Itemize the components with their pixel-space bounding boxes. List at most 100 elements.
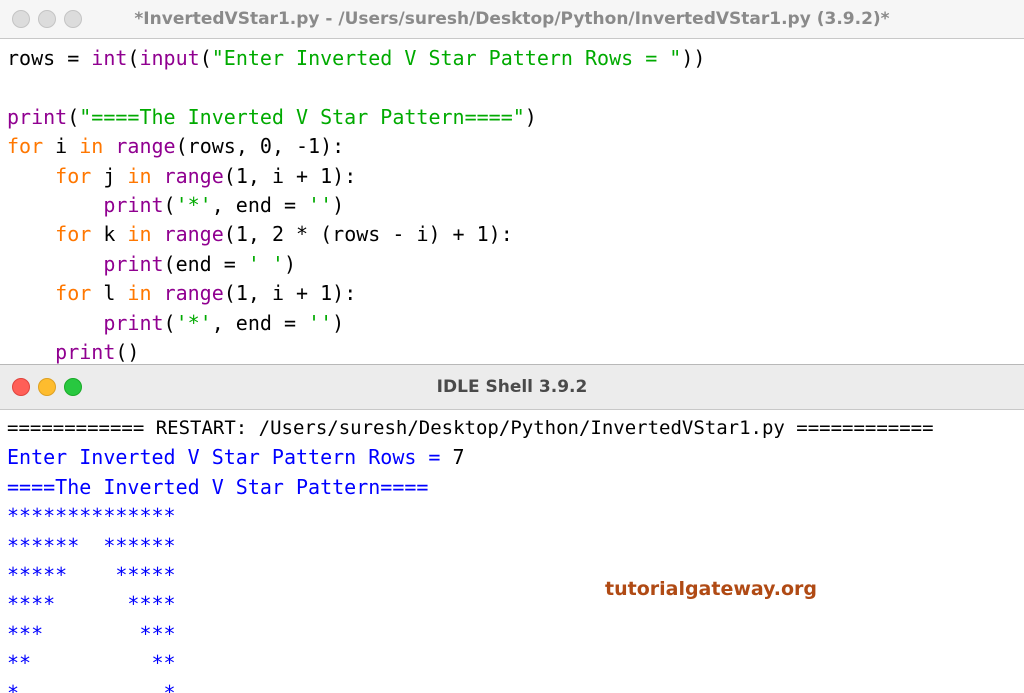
pattern-row: ****** ****** [7,532,1024,561]
code-token: () [115,340,139,364]
code-token [152,164,164,188]
code-token: rows = [7,46,91,70]
code-token: print [103,193,163,217]
code-token: (1, 2 * (rows - i) + 1): [224,222,513,246]
code-token: ) [332,193,344,217]
code-token: print [103,311,163,335]
prompt-text: Enter Inverted V Star Pattern Rows = [7,445,453,469]
code-line: for i in range(rows, 0, -1): [7,132,1024,161]
code-token: , end = [212,311,308,335]
pattern-row: ***** ***** [7,561,1024,590]
code-token [103,134,115,158]
code-line: for j in range(1, i + 1): [7,162,1024,191]
input-value: 7 [453,445,465,469]
code-token: int [91,46,127,70]
code-token: ' ' [248,252,284,276]
code-token: ( [164,311,176,335]
code-token: (end = [164,252,248,276]
prompt-line: Enter Inverted V Star Pattern Rows = 7 [7,443,1024,472]
code-token: input [139,46,199,70]
code-token: in [127,222,151,246]
code-token: , end = [212,193,308,217]
code-token: print [7,105,67,129]
code-line: print() [7,338,1024,364]
code-line: for l in range(1, i + 1): [7,279,1024,308]
code-token [7,311,103,335]
code-token: '*' [176,311,212,335]
editor-window: *InvertedVStar1.py - /Users/suresh/Deskt… [0,0,1024,364]
code-token: ( [164,193,176,217]
code-token [7,252,103,276]
minimize-button[interactable] [38,10,56,28]
code-token: range [115,134,175,158]
editor-titlebar[interactable]: *InvertedVStar1.py - /Users/suresh/Deskt… [0,0,1024,39]
code-line: print('*', end = '') [7,191,1024,220]
close-button[interactable] [12,378,30,396]
code-editor[interactable]: rows = int(input("Enter Inverted V Star … [0,39,1024,364]
code-token: ) [284,252,296,276]
pattern-row: ** ** [7,649,1024,678]
shell-window: IDLE Shell 3.9.2 ============ RESTART: /… [0,364,1024,693]
editor-title: *InvertedVStar1.py - /Users/suresh/Deskt… [134,9,889,29]
code-token: ( [67,105,79,129]
code-token: ( [200,46,212,70]
code-token: range [164,164,224,188]
code-token: for [55,281,91,305]
code-token [152,281,164,305]
pattern-row: *** *** [7,620,1024,649]
code-token: ) [332,311,344,335]
code-token [7,222,55,246]
window-controls [12,365,82,409]
code-token: in [79,134,103,158]
code-token: "====The Inverted V Star Pattern====" [79,105,525,129]
code-token: '' [308,311,332,335]
pattern-row: ************** [7,502,1024,531]
shell-titlebar[interactable]: IDLE Shell 3.9.2 [0,364,1024,410]
code-token: (rows, 0, -1): [176,134,345,158]
code-token: range [164,222,224,246]
code-line: print(end = ' ') [7,250,1024,279]
code-token: i [43,134,79,158]
code-token: print [103,252,163,276]
zoom-button[interactable] [64,378,82,396]
code-token: (1, i + 1): [224,164,356,188]
shell-title: IDLE Shell 3.9.2 [437,377,588,397]
window-controls [12,0,82,38]
code-token: (1, i + 1): [224,281,356,305]
code-token: for [7,134,43,158]
code-token [7,340,55,364]
code-token: l [91,281,127,305]
restart-line: ============ RESTART: /Users/suresh/Desk… [7,414,1024,443]
code-token [7,164,55,188]
code-token: )) [681,46,705,70]
zoom-button[interactable] [64,10,82,28]
code-token: j [91,164,127,188]
code-token [7,281,55,305]
code-token: range [164,281,224,305]
code-token: "Enter Inverted V Star Pattern Rows = " [212,46,682,70]
code-line [7,73,1024,102]
watermark: tutorialgateway.org [605,578,817,600]
code-token: for [55,222,91,246]
shell-output[interactable]: ============ RESTART: /Users/suresh/Desk… [0,410,1024,693]
minimize-button[interactable] [38,378,56,396]
output-header: ====The Inverted V Star Pattern==== [7,473,1024,502]
code-token: print [55,340,115,364]
code-token [7,193,103,217]
code-line: print('*', end = '') [7,309,1024,338]
code-token: k [91,222,127,246]
code-line: print("====The Inverted V Star Pattern==… [7,103,1024,132]
pattern-row: **** **** [7,590,1024,619]
code-token: '*' [176,193,212,217]
code-line: for k in range(1, 2 * (rows - i) + 1): [7,220,1024,249]
pattern-row: * * [7,679,1024,693]
code-token: '' [308,193,332,217]
code-line: rows = int(input("Enter Inverted V Star … [7,44,1024,73]
code-token: for [55,164,91,188]
code-token: ( [127,46,139,70]
code-token [152,222,164,246]
close-button[interactable] [12,10,30,28]
code-token: in [127,281,151,305]
code-token: ) [525,105,537,129]
code-token: in [127,164,151,188]
